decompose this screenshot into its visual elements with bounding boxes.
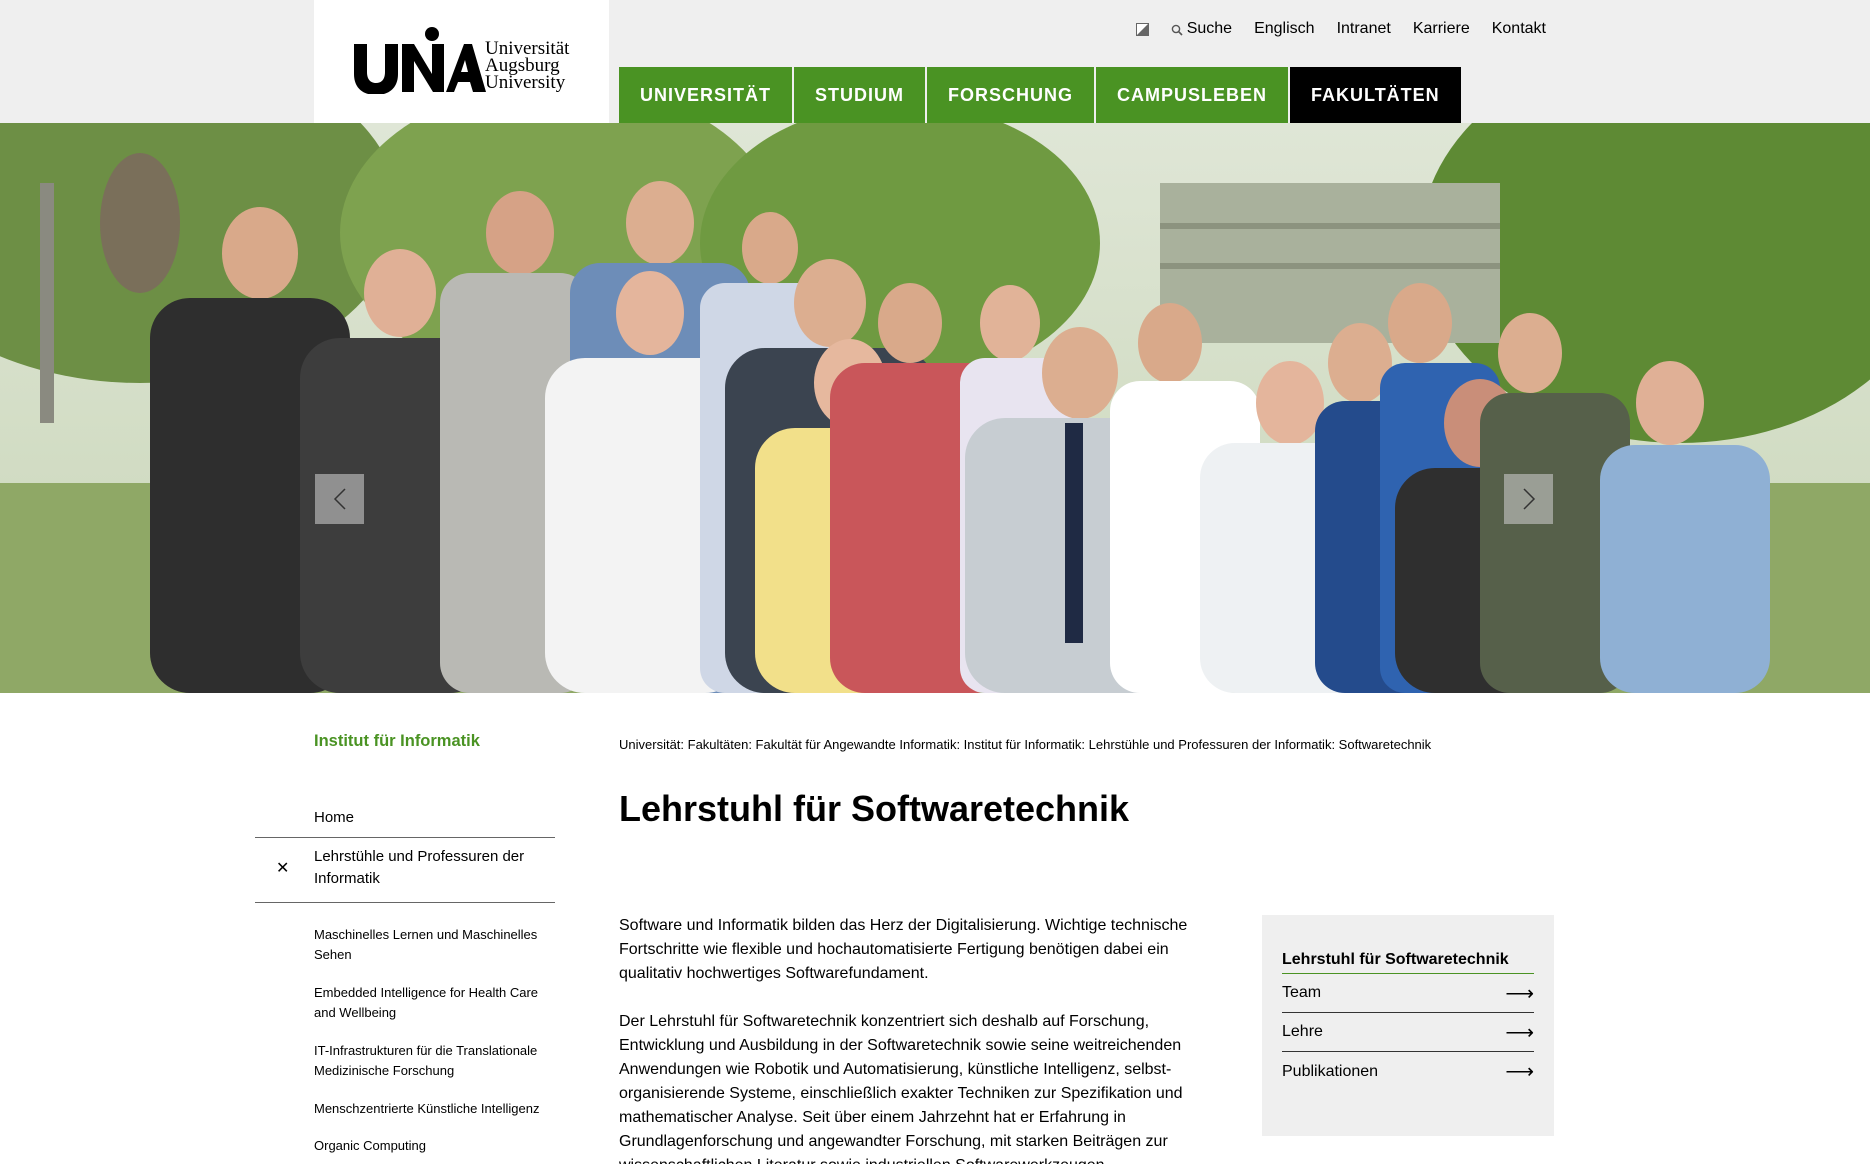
link-label: Lehre [1282, 1023, 1323, 1040]
sidebar-navigation: Home ✕ Lehrstühle und Professuren der In… [255, 800, 555, 903]
lehre-link[interactable]: Lehre ⟶ [1282, 1013, 1534, 1052]
arrow-right-icon: ⟶ [1505, 982, 1534, 1005]
logo-wordmark: Universität Augsburg University [485, 39, 569, 93]
info-box-title: Lehrstuhl für Softwaretechnik [1282, 951, 1534, 974]
arrow-right-icon: ⟶ [1505, 1021, 1534, 1044]
kontakt-link[interactable]: Kontakt [1492, 20, 1546, 38]
sidebar-title[interactable]: Institut für Informatik [314, 732, 480, 751]
publikationen-link[interactable]: Publikationen ⟶ [1282, 1052, 1534, 1091]
nav-campusleben[interactable]: CAMPUSLEBEN [1096, 67, 1289, 123]
sidebar-subitem-organic[interactable]: Organic Computing [314, 1136, 554, 1156]
chair-info-box: Lehrstuhl für Softwaretechnik Team ⟶ Leh… [1262, 915, 1554, 1136]
search-link[interactable]: Suche [1171, 20, 1232, 38]
chevron-right-icon [1522, 488, 1535, 510]
sidebar-subitem-it-infra[interactable]: IT-Infrastrukturen für die Translational… [314, 1041, 554, 1081]
nav-studium[interactable]: STUDIUM [794, 67, 926, 123]
language-english-link[interactable]: Englisch [1254, 20, 1314, 38]
carousel-prev-button[interactable] [315, 474, 364, 524]
intranet-link[interactable]: Intranet [1337, 20, 1391, 38]
close-icon[interactable]: ✕ [276, 858, 289, 880]
sidebar-item-lehrstuehle[interactable]: ✕ Lehrstühle und Professuren der Informa… [255, 838, 555, 903]
sidebar-item-label: Home [314, 809, 355, 826]
carousel-next-button[interactable] [1504, 474, 1553, 524]
nav-fakultaeten[interactable]: FAKULTÄTEN [1290, 67, 1461, 123]
hero-carousel [0, 123, 1870, 693]
site-header: Universität Augsburg University Suche En… [0, 0, 1870, 123]
meta-navigation: Suche Englisch Intranet Karriere Kontakt [1135, 20, 1546, 38]
sidebar-subitem-embedded[interactable]: Embedded Intelligence for Health Care an… [314, 983, 554, 1023]
link-label: Publikationen [1282, 1062, 1379, 1080]
university-logo[interactable]: Universität Augsburg University [314, 0, 609, 123]
sidebar-subitem-ki[interactable]: Menschzentrierte Künstliche Intelligenz [314, 1099, 554, 1119]
sidebar-subitem-ml[interactable]: Maschinelles Lernen und Maschinelles Seh… [314, 925, 554, 965]
page-title: Lehrstuhl für Softwaretechnik [619, 788, 1130, 829]
nav-forschung[interactable]: FORSCHUNG [927, 67, 1095, 123]
karriere-link[interactable]: Karriere [1413, 20, 1470, 38]
search-icon [1171, 23, 1183, 36]
contrast-toggle-icon[interactable] [1135, 22, 1149, 36]
main-navigation: UNIVERSITÄT STUDIUM FORSCHUNG CAMPUSLEBE… [619, 67, 1461, 123]
sidebar-item-label: Lehrstühle und Professuren der Informati… [314, 848, 525, 887]
hero-team-photo [0, 123, 1870, 693]
link-label: Team [1282, 984, 1322, 1001]
breadcrumb[interactable]: Universität: Fakultäten: Fakultät für An… [619, 737, 1431, 752]
intro-paragraph-1: Software und Informatik bilden das Herz … [619, 917, 1188, 982]
team-link[interactable]: Team ⟶ [1282, 974, 1534, 1013]
intro-paragraph-2: Der Lehrstuhl für Softwaretechnik konzen… [619, 1013, 1183, 1164]
uni-logo-mark [354, 27, 486, 94]
logo-line-3: University [485, 72, 566, 93]
chevron-left-icon [333, 488, 346, 510]
arrow-right-icon: ⟶ [1505, 1061, 1534, 1083]
nav-universitaet[interactable]: UNIVERSITÄT [619, 67, 793, 123]
intro-text: Software und Informatik bilden das Herz … [619, 914, 1199, 1164]
search-label: Suche [1186, 20, 1233, 37]
sidebar-item-home[interactable]: Home [255, 800, 555, 838]
